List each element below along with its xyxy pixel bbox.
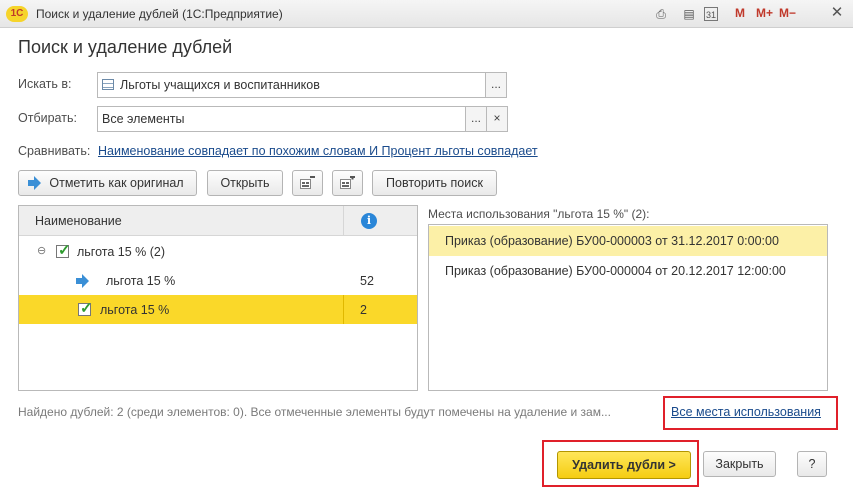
filter-clear-button[interactable]: × xyxy=(486,106,508,132)
search-in-field[interactable]: Льготы учащихся и воспитанников xyxy=(97,72,486,98)
column-divider xyxy=(343,206,344,236)
mark-original-button[interactable]: Отметить как оригинал xyxy=(18,170,197,196)
memory-minus-button[interactable]: M− xyxy=(779,6,796,20)
table-row-selected[interactable]: льгота 15 % 2 xyxy=(19,295,417,324)
filter-field[interactable]: Все элементы xyxy=(97,106,466,132)
annotation-box-link: Все места использования xyxy=(663,396,838,430)
tree-collapse-icon xyxy=(300,176,315,189)
collapse-toggle-icon[interactable]: ⊖ xyxy=(37,244,46,257)
annotation-box-delete: Удалить дубли > xyxy=(542,440,699,487)
status-text: Найдено дублей: 2 (среди элементов: 0). … xyxy=(18,405,611,419)
usage-title: Места использования "льгота 15 %" (2): xyxy=(428,207,650,221)
calendar-icon[interactable]: 31 xyxy=(704,7,718,21)
open-button[interactable]: Открыть xyxy=(207,170,283,196)
repeat-search-button[interactable]: Повторить поиск xyxy=(372,170,497,196)
filter-value: Все элементы xyxy=(102,112,185,126)
info-icon[interactable]: i xyxy=(361,213,377,229)
row-name: льгота 15 % xyxy=(106,274,176,288)
all-usages-link[interactable]: Все места использования xyxy=(671,405,821,419)
group-label: льгота 15 % (2) xyxy=(77,245,166,259)
catalog-icon xyxy=(102,79,114,90)
original-arrow-icon xyxy=(76,274,89,288)
page-title: Поиск и удаление дублей xyxy=(18,37,233,57)
search-in-label: Искать в: xyxy=(18,77,72,91)
arrow-right-icon xyxy=(28,176,41,190)
filter-label: Отбирать: xyxy=(18,111,77,125)
window-close-button[interactable]: ✕ xyxy=(828,4,846,22)
memory-plus-button[interactable]: M+ xyxy=(756,6,773,20)
help-button[interactable]: ? xyxy=(797,451,827,477)
app-logo-icon: 1С xyxy=(6,6,28,22)
search-in-select-button[interactable]: ... xyxy=(485,72,507,98)
window-titlebar: 1С Поиск и удаление дублей (1С:Предприят… xyxy=(0,0,853,28)
usage-list[interactable]: Приказ (образование) БУ00-000003 от 31.1… xyxy=(428,224,828,391)
table-row[interactable]: льгота 15 % 52 xyxy=(19,266,417,295)
usage-row-selected[interactable]: Приказ (образование) БУ00-000003 от 31.1… xyxy=(429,226,827,256)
save-icon[interactable]: ▤ xyxy=(680,5,698,23)
duplicates-tree-header: Наименование i xyxy=(19,206,417,236)
usage-row[interactable]: Приказ (образование) БУ00-000004 от 20.1… xyxy=(429,256,827,286)
expand-all-button[interactable] xyxy=(332,170,363,196)
group-row[interactable]: ⊖ льгота 15 % (2) xyxy=(19,237,417,266)
group-checkbox[interactable] xyxy=(56,241,71,259)
duplicates-tree[interactable]: Наименование i ⊖ льгота 15 % (2) льгота … xyxy=(18,205,418,391)
row-count: 52 xyxy=(360,274,374,288)
row-checkbox[interactable] xyxy=(78,299,93,317)
column-name-header[interactable]: Наименование xyxy=(35,214,122,228)
column-divider xyxy=(343,295,344,324)
compare-label: Сравнивать: xyxy=(18,144,91,158)
print-icon[interactable]: ⎙ xyxy=(652,5,670,23)
delete-duplicates-button[interactable]: Удалить дубли > xyxy=(557,451,691,479)
close-button[interactable]: Закрыть xyxy=(703,451,776,477)
mark-original-label: Отметить как оригинал xyxy=(49,176,184,190)
row-name: льгота 15 % xyxy=(100,303,170,317)
search-in-value: Льготы учащихся и воспитанников xyxy=(120,78,320,92)
window-title: Поиск и удаление дублей (1С:Предприятие) xyxy=(36,7,283,21)
row-count: 2 xyxy=(360,303,367,317)
compare-rules-link[interactable]: Наименование совпадает по похожим словам… xyxy=(98,144,538,158)
tree-expand-icon xyxy=(340,176,355,189)
memory-m-button[interactable]: M xyxy=(735,6,745,20)
filter-select-button[interactable]: ... xyxy=(465,106,487,132)
collapse-all-button[interactable] xyxy=(292,170,323,196)
